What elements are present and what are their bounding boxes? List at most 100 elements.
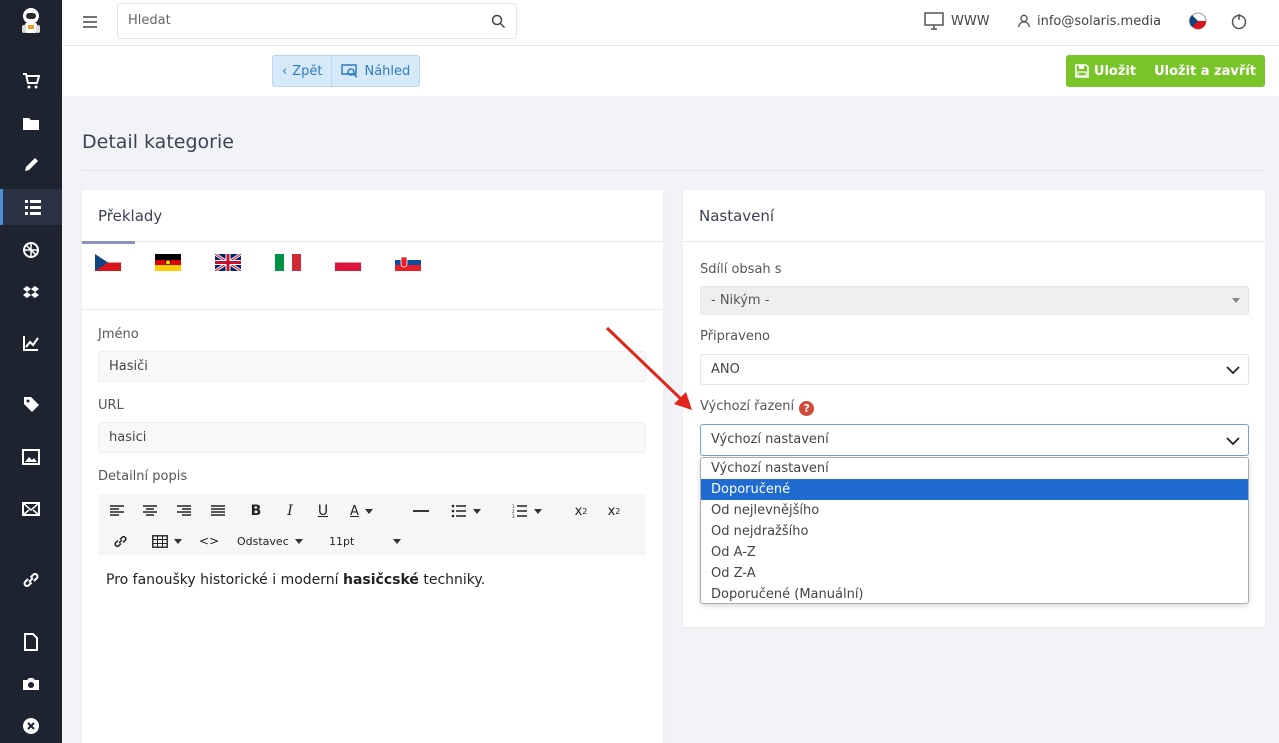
bold-icon[interactable]: B [247,502,265,520]
user-email: info@solaris.media [1037,13,1162,29]
gb-flag-icon[interactable] [215,254,241,271]
power-icon[interactable] [1230,12,1248,30]
preview-label: Náhled [364,63,411,79]
link-icon [23,573,39,587]
image-icon [22,449,40,465]
align-center-icon[interactable] [141,502,159,520]
settings-heading: Nastavení [683,190,1265,242]
preview-icon [341,64,358,78]
sidebar-item-categories[interactable] [0,189,62,225]
sidebar-item-close[interactable] [0,708,62,743]
sort-select[interactable]: Výchozí nastavení [700,424,1249,456]
cz-flag-icon[interactable] [95,254,121,271]
text-color-icon[interactable]: A [350,502,373,520]
caret-down-icon [393,538,401,544]
www-link[interactable]: WWW [923,12,990,30]
hamburger-menu-icon[interactable] [82,14,98,30]
save-button[interactable]: Uložit [1066,55,1145,87]
underline-icon[interactable]: U [314,502,332,520]
sort-option[interactable]: Výchozí nastavení [701,458,1248,479]
font-size-value: 11pt [329,534,355,548]
sidebar-item-images[interactable] [0,439,62,475]
align-right-icon[interactable] [175,502,193,520]
back-button[interactable]: ‹ Zpět [273,56,331,86]
shares-value: - Nikým - [711,293,770,308]
dropbox-icon [23,286,39,298]
save-close-button[interactable]: Uložit a zavřít [1145,55,1265,87]
caret-down-icon [1232,298,1240,303]
sidebar-item-edit[interactable] [0,147,62,183]
cart-icon [23,73,40,89]
user-icon [1018,14,1030,28]
sidebar-item-files[interactable] [0,106,62,142]
sidebar-item-dropbox[interactable] [0,275,62,311]
chevron-down-icon [1226,366,1240,375]
sidebar-item-tags[interactable] [0,386,62,422]
sk-flag-icon[interactable] [395,254,421,271]
paragraph-format-value: Odstavec [237,534,289,548]
description-editor[interactable]: Pro fanoušky historické i moderní hasičc… [106,572,485,588]
pl-flag-icon[interactable] [335,254,361,271]
shares-select: - Nikým - [700,286,1249,315]
table-icon[interactable] [152,532,182,550]
sidebar-item-sport[interactable] [0,232,62,268]
sidebar-item-shop[interactable] [0,63,62,99]
help-icon[interactable]: ? [799,401,815,416]
sort-option[interactable]: Doporučené (Manuální) [701,584,1248,605]
sidebar-item-stats[interactable] [0,325,62,361]
it-flag-icon[interactable] [275,254,301,271]
sort-dropdown-list: Výchozí nastavení Doporučené Od nejlevně… [700,457,1249,604]
sort-option[interactable]: Od nejdražšího [701,521,1248,542]
ready-select[interactable]: ANO [700,354,1249,385]
back-label: Zpět [292,63,323,79]
horizontal-rule-icon[interactable] [412,502,430,520]
sort-value: Výchozí nastavení [711,432,829,447]
sidebar-item-camera[interactable] [0,666,62,702]
align-left-icon[interactable] [108,502,126,520]
url-label: URL [98,398,124,413]
italic-icon[interactable]: I [281,502,299,520]
url-field[interactable]: hasici [98,422,646,453]
shares-label: Sdílí obsah s [700,262,782,277]
camera-icon [23,678,39,690]
file-icon [24,633,38,651]
sort-option-highlighted[interactable]: Doporučené [701,479,1248,500]
align-justify-icon[interactable] [209,502,227,520]
astronaut-logo-icon[interactable] [16,5,46,39]
code-view-icon[interactable]: <> [199,532,219,550]
paragraph-format-select[interactable]: Odstavec [237,532,303,550]
preview-button[interactable]: Náhled [331,56,419,86]
sidebar-item-links[interactable] [0,562,62,598]
name-label: Jméno [98,327,139,342]
sort-option[interactable]: Od nejlevnějšího [701,500,1248,521]
sidebar-item-pages[interactable] [0,624,62,660]
bullet-list-icon[interactable] [451,502,481,520]
sort-label-row: Výchozí řazení? [700,399,815,416]
de-flag-icon[interactable] [155,254,181,271]
search-icon[interactable] [491,14,506,29]
font-size-select[interactable]: 11pt [329,532,401,550]
circle-x-icon [23,718,39,734]
sort-option[interactable]: Od Z-A [701,563,1248,584]
sort-option[interactable]: Od A-Z [701,542,1248,563]
page-title: Detail kategorie [82,131,234,153]
subscript-icon[interactable]: x2 [604,502,624,520]
envelope-icon [22,502,40,516]
ready-label: Připraveno [700,329,771,344]
monitor-icon [924,12,944,30]
user-account[interactable]: info@solaris.media [1017,12,1161,30]
www-label: WWW [951,13,990,29]
pencil-icon [25,158,38,171]
numbered-list-icon[interactable]: 123 [512,502,542,520]
floppy-icon [1075,64,1089,78]
tag-icon [24,397,39,412]
active-tab-indicator [82,241,135,244]
link-icon[interactable] [111,532,129,550]
sidebar-item-mail[interactable] [0,491,62,527]
name-field[interactable]: Hasiči [98,351,646,382]
ball-icon [23,242,39,258]
description-text-end: techniky. [418,572,486,588]
superscript-icon[interactable]: x2 [571,502,591,520]
search-input[interactable] [128,13,468,28]
language-cz-icon[interactable] [1189,12,1207,30]
